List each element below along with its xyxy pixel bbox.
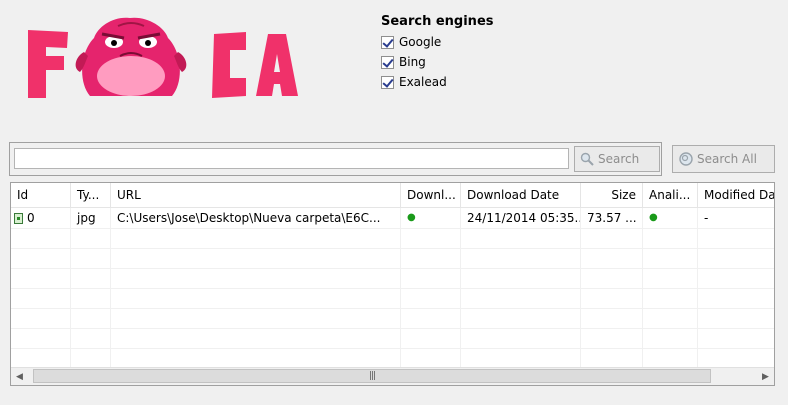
table-row[interactable]: 0 jpg C:\Users\Jose\Desktop\Nueva carpet… — [11, 208, 774, 229]
empty-row — [11, 248, 774, 269]
cell-id-value: 0 — [27, 211, 35, 225]
search-all-button-label: Search All — [697, 152, 757, 166]
empty-row — [11, 348, 774, 369]
search-input[interactable] — [14, 148, 569, 169]
cell-id: 0 — [11, 208, 71, 228]
cell-analyzed-indicator: ● — [643, 208, 698, 228]
foca-logo — [28, 17, 298, 98]
engine-bing-checkbox[interactable]: Bing — [381, 52, 494, 72]
column-header-url[interactable]: URL — [111, 183, 401, 207]
column-header-type[interactable]: Ty... — [71, 183, 111, 207]
cell-downloaded-indicator: ● — [401, 208, 461, 228]
table-header: Id Ty... URL Downl... Download Date Size… — [11, 183, 774, 208]
column-header-size[interactable]: Size — [581, 183, 643, 207]
cell-download-date: 24/11/2014 05:35... — [461, 208, 581, 228]
column-header-modified-date[interactable]: Modified Da — [698, 183, 774, 207]
engine-bing-label: Bing — [399, 55, 426, 69]
search-icon — [580, 152, 594, 166]
engine-google-checkbox[interactable]: Google — [381, 32, 494, 52]
search-button-label: Search — [598, 152, 640, 166]
scrollbar-thumb[interactable]: ||| — [33, 369, 711, 383]
column-header-analyzed[interactable]: Anali... — [643, 183, 698, 207]
search-panel: Search — [9, 142, 662, 176]
checkbox-checked-icon[interactable] — [381, 35, 394, 49]
engine-google-label: Google — [399, 35, 442, 49]
cell-type: jpg — [71, 208, 111, 228]
scroll-right-arrow-icon[interactable]: ▶ — [757, 368, 774, 385]
grip-icon: ||| — [368, 371, 376, 381]
column-header-download-date[interactable]: Download Date — [461, 183, 581, 207]
results-table[interactable]: Id Ty... URL Downl... Download Date Size… — [10, 182, 775, 386]
search-all-icon — [679, 152, 693, 166]
engine-exalead-label: Exalead — [399, 75, 447, 89]
search-all-button[interactable]: Search All — [672, 145, 775, 173]
column-header-downloaded[interactable]: Downl... — [401, 183, 461, 207]
checkbox-checked-icon[interactable] — [381, 75, 394, 89]
cell-modified-date: - — [698, 208, 774, 228]
search-engines-title: Search engines — [381, 14, 494, 29]
cell-size: 73.57 ... — [581, 208, 643, 228]
horizontal-scrollbar[interactable]: ◀ ||| ▶ — [11, 367, 774, 385]
empty-row — [11, 228, 774, 249]
file-icon — [14, 213, 23, 224]
scroll-left-arrow-icon[interactable]: ◀ — [11, 368, 28, 385]
engine-exalead-checkbox[interactable]: Exalead — [381, 72, 494, 92]
empty-row — [11, 328, 774, 349]
column-header-id[interactable]: Id — [11, 183, 71, 207]
search-button[interactable]: Search — [574, 146, 660, 172]
checkbox-checked-icon[interactable] — [381, 55, 394, 69]
empty-row — [11, 288, 774, 309]
empty-row — [11, 308, 774, 329]
cell-url: C:\Users\Jose\Desktop\Nueva carpeta\E6C.… — [111, 208, 401, 228]
search-engines-group: Search engines Google Bing Exalead — [381, 14, 494, 92]
empty-row — [11, 268, 774, 289]
